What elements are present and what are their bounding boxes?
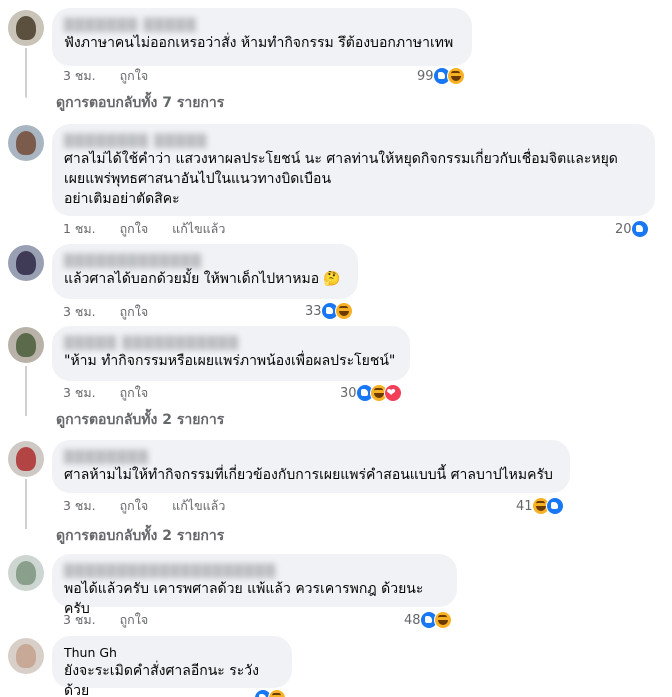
comment-text: ฟังภาษาคนไม่ออกเหรอว่าสั่ง ห้ามทำกิจกรรม… [64, 35, 454, 51]
reaction-count: 20 [615, 221, 632, 237]
comment-time[interactable]: 3 ชม. [63, 385, 96, 400]
commenter-name[interactable]: ▒▒▒▒▒▒▒ ▒▒▒▒▒ [64, 16, 460, 33]
comment-time[interactable]: 1 ชม. [63, 221, 96, 236]
view-replies-link[interactable]: ดูการตอบกลับทั้ง 7 รายการ [56, 93, 224, 113]
commenter-name[interactable]: ▒▒▒▒▒▒▒▒▒▒▒▒▒ [64, 252, 346, 269]
comment-bubble: ▒▒▒▒▒▒▒▒▒▒▒▒▒▒▒▒▒▒▒▒ พอได้แล้วครับ เคารพ… [52, 554, 457, 617]
reaction-summary[interactable]: 41 [516, 497, 564, 515]
comment-meta: 3 ชม. ถูกใจ [63, 304, 168, 320]
thinking-face-icon: 🤔 [323, 271, 341, 287]
like-reaction-icon [545, 497, 564, 515]
haha-reaction-icon [433, 611, 452, 629]
comment-meta: 3 ชม. ถูกใจ [63, 68, 168, 84]
comment-text: "ห้าม ทำกิจกรรมหรือเผยแพร่ภาพน้องเพื่อผล… [64, 353, 396, 369]
haha-reaction-icon [334, 302, 353, 320]
comment-time[interactable]: 3 ชม. [63, 498, 96, 513]
reaction-summary[interactable]: 99 [417, 67, 465, 85]
comment-text: แล้วศาลได้บอกด้วยมั้ย ให้พาเด็กไปหาหมอ 🤔 [64, 269, 346, 289]
like-button[interactable]: ถูกใจ [120, 304, 149, 319]
love-reaction-icon [383, 384, 402, 402]
comment-text-body: แล้วศาลได้บอกด้วยมั้ย ให้พาเด็กไปหาหมอ [64, 271, 320, 287]
reaction-count: 33 [305, 303, 322, 319]
comment-time[interactable]: 3 ชม. [63, 304, 96, 319]
reaction-count: 30 [340, 385, 357, 401]
haha-reaction-icon [446, 67, 465, 85]
avatar[interactable] [8, 638, 44, 674]
reaction-summary[interactable] [254, 689, 286, 697]
comment-time[interactable]: 3 ชม. [63, 612, 96, 627]
thread-connector [25, 48, 27, 98]
avatar[interactable] [8, 245, 44, 281]
comment-meta: 1 ชม. ถูกใจ แก้ไขแล้ว [63, 221, 245, 237]
like-button[interactable]: ถูกใจ [120, 385, 149, 400]
reaction-count: 99 [417, 68, 434, 84]
haha-reaction-icon [268, 689, 286, 697]
edited-label[interactable]: แก้ไขแล้ว [172, 221, 225, 236]
commenter-name[interactable]: ▒▒▒▒▒▒▒▒ [64, 448, 558, 465]
like-button[interactable]: ถูกใจ [120, 498, 149, 513]
reaction-count: 41 [516, 498, 533, 514]
avatar[interactable] [8, 327, 44, 363]
comment-thread: ▒▒▒▒▒▒▒ ▒▒▒▒▒ ฟังภาษาคนไม่ออกเหรอว่าสั่ง… [0, 0, 672, 697]
comment-text: ศาลไม่ได้ใช้คำว่า แสวงหาผลประโยชน์ นะ ศา… [64, 151, 618, 207]
reaction-summary[interactable]: 30 [340, 384, 402, 402]
comment-meta: 3 ชม. ถูกใจ [63, 612, 168, 628]
commenter-name[interactable]: ▒▒▒▒▒▒▒▒▒▒▒▒▒▒▒▒▒▒▒▒ [64, 562, 445, 579]
like-button[interactable]: ถูกใจ [120, 221, 149, 236]
comment-text: ศาลห้ามไม่ให้ทำกิจกรรมที่เกี่ยวข้องกับกา… [64, 467, 553, 483]
comment-bubble: ▒▒▒▒▒▒▒ ▒▒▒▒▒ ฟังภาษาคนไม่ออกเหรอว่าสั่ง… [52, 8, 472, 66]
comment-bubble: ▒▒▒▒▒▒▒▒ ศาลห้ามไม่ให้ทำกิจกรรมที่เกี่ยว… [52, 440, 570, 493]
avatar[interactable] [8, 555, 44, 591]
avatar[interactable] [8, 441, 44, 477]
commenter-name[interactable]: ▒▒▒▒▒ ▒▒▒▒▒▒▒▒▒▒▒ [64, 334, 398, 351]
thread-connector [25, 479, 27, 529]
comment-meta: 3 ชม. ถูกใจ [63, 385, 168, 401]
view-replies-link[interactable]: ดูการตอบกลับทั้ง 2 รายการ [56, 410, 224, 430]
comment-bubble: ▒▒▒▒▒▒▒▒▒▒▒▒▒ แล้วศาลได้บอกด้วยมั้ย ให้พ… [52, 244, 358, 299]
comment-bubble: Thun Gh ยังจะระเมิดคำสั่งศาลอีกนะ ระวังด… [52, 636, 292, 697]
reaction-summary[interactable]: 20 [615, 220, 649, 238]
commenter-name[interactable]: Thun Gh [64, 644, 280, 661]
comment-bubble: ▒▒▒▒▒ ▒▒▒▒▒▒▒▒▒▒▒ "ห้าม ทำกิจกรรมหรือเผย… [52, 326, 410, 381]
reaction-summary[interactable]: 33 [305, 302, 353, 320]
like-reaction-icon [630, 220, 649, 238]
view-replies-link[interactable]: ดูการตอบกลับทั้ง 2 รายการ [56, 526, 224, 546]
comment-text: ยังจะระเมิดคำสั่งศาลอีกนะ ระวังด้วย [64, 663, 260, 697]
commenter-name[interactable]: ▒▒▒▒▒▒▒▒ ▒▒▒▒▒ [64, 132, 643, 149]
avatar[interactable] [8, 125, 44, 161]
comment-time[interactable]: 3 ชม. [63, 68, 96, 83]
edited-label[interactable]: แก้ไขแล้ว [172, 498, 225, 513]
like-button[interactable]: ถูกใจ [120, 612, 149, 627]
reaction-count: 48 [404, 612, 421, 628]
comment-bubble: ▒▒▒▒▒▒▒▒ ▒▒▒▒▒ ศาลไม่ได้ใช้คำว่า แสวงหาผ… [52, 124, 655, 216]
reaction-summary[interactable]: 48 [404, 611, 452, 629]
avatar[interactable] [8, 10, 44, 46]
thread-connector [25, 366, 27, 416]
like-button[interactable]: ถูกใจ [120, 68, 149, 83]
comment-meta: 3 ชม. ถูกใจ แก้ไขแล้ว [63, 498, 245, 514]
